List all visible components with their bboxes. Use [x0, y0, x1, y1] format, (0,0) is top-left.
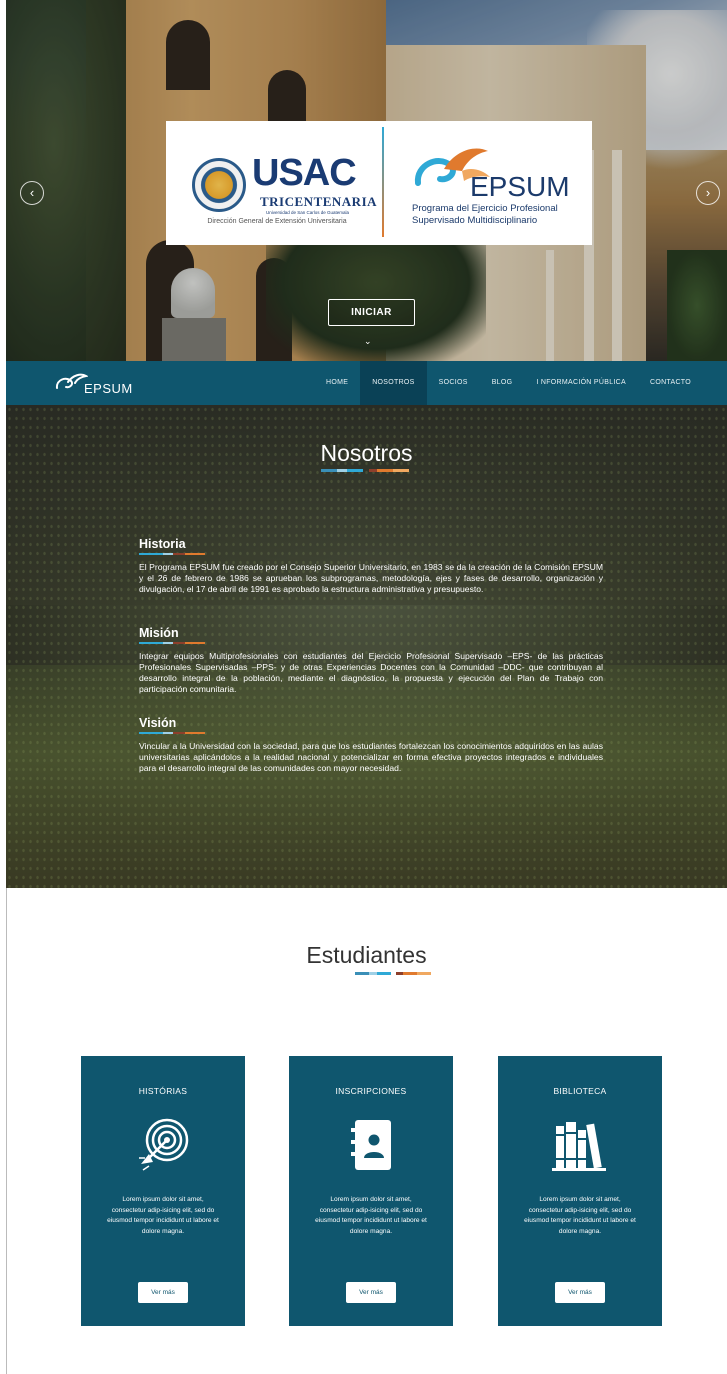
vision-text: Vincular a la Universidad con la socieda… — [139, 741, 603, 773]
nav-item-informacion-publica[interactable]: I NFORMACIÓN PÚBLICA — [524, 361, 638, 405]
historia-underline — [139, 553, 205, 555]
logo-panel: USAC TRICENTENARIA Universidad de San Ca… — [166, 121, 592, 245]
card-text: Lorem ipsum dolor sit amet, consectetur … — [315, 1196, 427, 1235]
estudiantes-section: Estudiantes HISTÓRIAS Lorem ipsum dolor … — [6, 888, 727, 1374]
usac-university: Universidad de San Carlos de Guatemala — [266, 210, 350, 215]
main-navbar: EPSUM HOME NOSOTROS SOCIOS BLOG I NFORMA… — [6, 361, 727, 405]
chevron-left-icon: ‹ — [29, 185, 35, 200]
historia-block: Historia El Programa EPSUM fue creado po… — [139, 537, 603, 595]
vision-block: Visión Vincular a la Universidad con la … — [139, 716, 603, 774]
card-biblioteca: BIBLIOTECA Lorem ipsum dolor sit amet, c… — [498, 1056, 662, 1326]
card-inscripciones: INSCRIPCIONES Lorem ipsum dolor sit amet… — [289, 1056, 453, 1326]
carousel-prev-button[interactable]: ‹ — [20, 181, 44, 205]
vision-underline — [139, 732, 205, 734]
epsum-tagline-1: Programa del Ejercicio Profesional — [412, 203, 558, 214]
card-title: BIBLIOTECA — [553, 1086, 607, 1096]
chevron-down-icon[interactable]: ⌄ — [364, 336, 372, 347]
carousel-next-button[interactable]: › — [696, 181, 720, 205]
mision-text: Integrar equipos Multiprofesionales con … — [139, 651, 603, 694]
books-icon — [552, 1122, 606, 1171]
nav-item-home[interactable]: HOME — [314, 361, 360, 405]
epsum-logo-icon — [55, 373, 88, 389]
nav-menu: HOME NOSOTROS SOCIOS BLOG I NFORMACIÓN P… — [314, 361, 727, 405]
vision-heading: Visión — [139, 716, 177, 730]
ver-mas-button[interactable]: Ver más — [138, 1282, 188, 1303]
nav-logo-text: EPSUM — [84, 381, 133, 396]
ver-mas-button[interactable]: Ver más — [346, 1282, 396, 1303]
mision-block: Misión Integrar equipos Multiprofesional… — [139, 626, 603, 695]
usac-subtitle: TRICENTENARIA — [260, 194, 378, 209]
usac-title: USAC — [252, 152, 357, 194]
usac-seal-icon — [192, 158, 246, 212]
estudiantes-title: Estudiantes — [306, 942, 427, 968]
card-text: Lorem ipsum dolor sit amet, consectetur … — [524, 1196, 636, 1235]
chevron-right-icon: › — [705, 185, 711, 200]
usac-direction: Dirección General de Extensión Universit… — [207, 218, 347, 225]
nosotros-title-underline — [321, 469, 409, 472]
epsum-name: EPSUM — [470, 171, 570, 202]
card-historias: HISTÓRIAS Lorem ipsum dolor sit amet, co… — [81, 1056, 245, 1326]
iniciar-button[interactable]: INICIAR — [328, 299, 415, 326]
contact-book-icon — [351, 1120, 391, 1170]
target-icon — [139, 1118, 189, 1171]
card-text: Lorem ipsum dolor sit amet, consectetur … — [107, 1196, 219, 1235]
card-title: HISTÓRIAS — [138, 1086, 188, 1096]
hero-carousel: USAC TRICENTENARIA Universidad de San Ca… — [6, 0, 727, 361]
mision-heading: Misión — [139, 626, 179, 640]
nav-item-nosotros[interactable]: NOSOTROS — [360, 361, 427, 405]
historia-heading: Historia — [139, 537, 186, 551]
mision-underline — [139, 642, 205, 644]
nosotros-section: Nosotros Historia El Programa EPSUM fue … — [6, 405, 727, 888]
estudiantes-title-underline — [355, 972, 431, 975]
nav-item-socios[interactable]: SOCIOS — [427, 361, 480, 405]
nosotros-title: Nosotros — [320, 440, 413, 466]
logo-divider — [382, 127, 384, 237]
ver-mas-button[interactable]: Ver más — [555, 1282, 605, 1303]
epsum-tagline-2: Supervisado Multidisciplinario — [412, 215, 538, 226]
historia-text: El Programa EPSUM fue creado por el Cons… — [139, 562, 603, 594]
nav-item-blog[interactable]: BLOG — [480, 361, 525, 405]
nav-item-contacto[interactable]: CONTACTO — [638, 361, 727, 405]
card-title: INSCRIPCIONES — [335, 1086, 407, 1096]
